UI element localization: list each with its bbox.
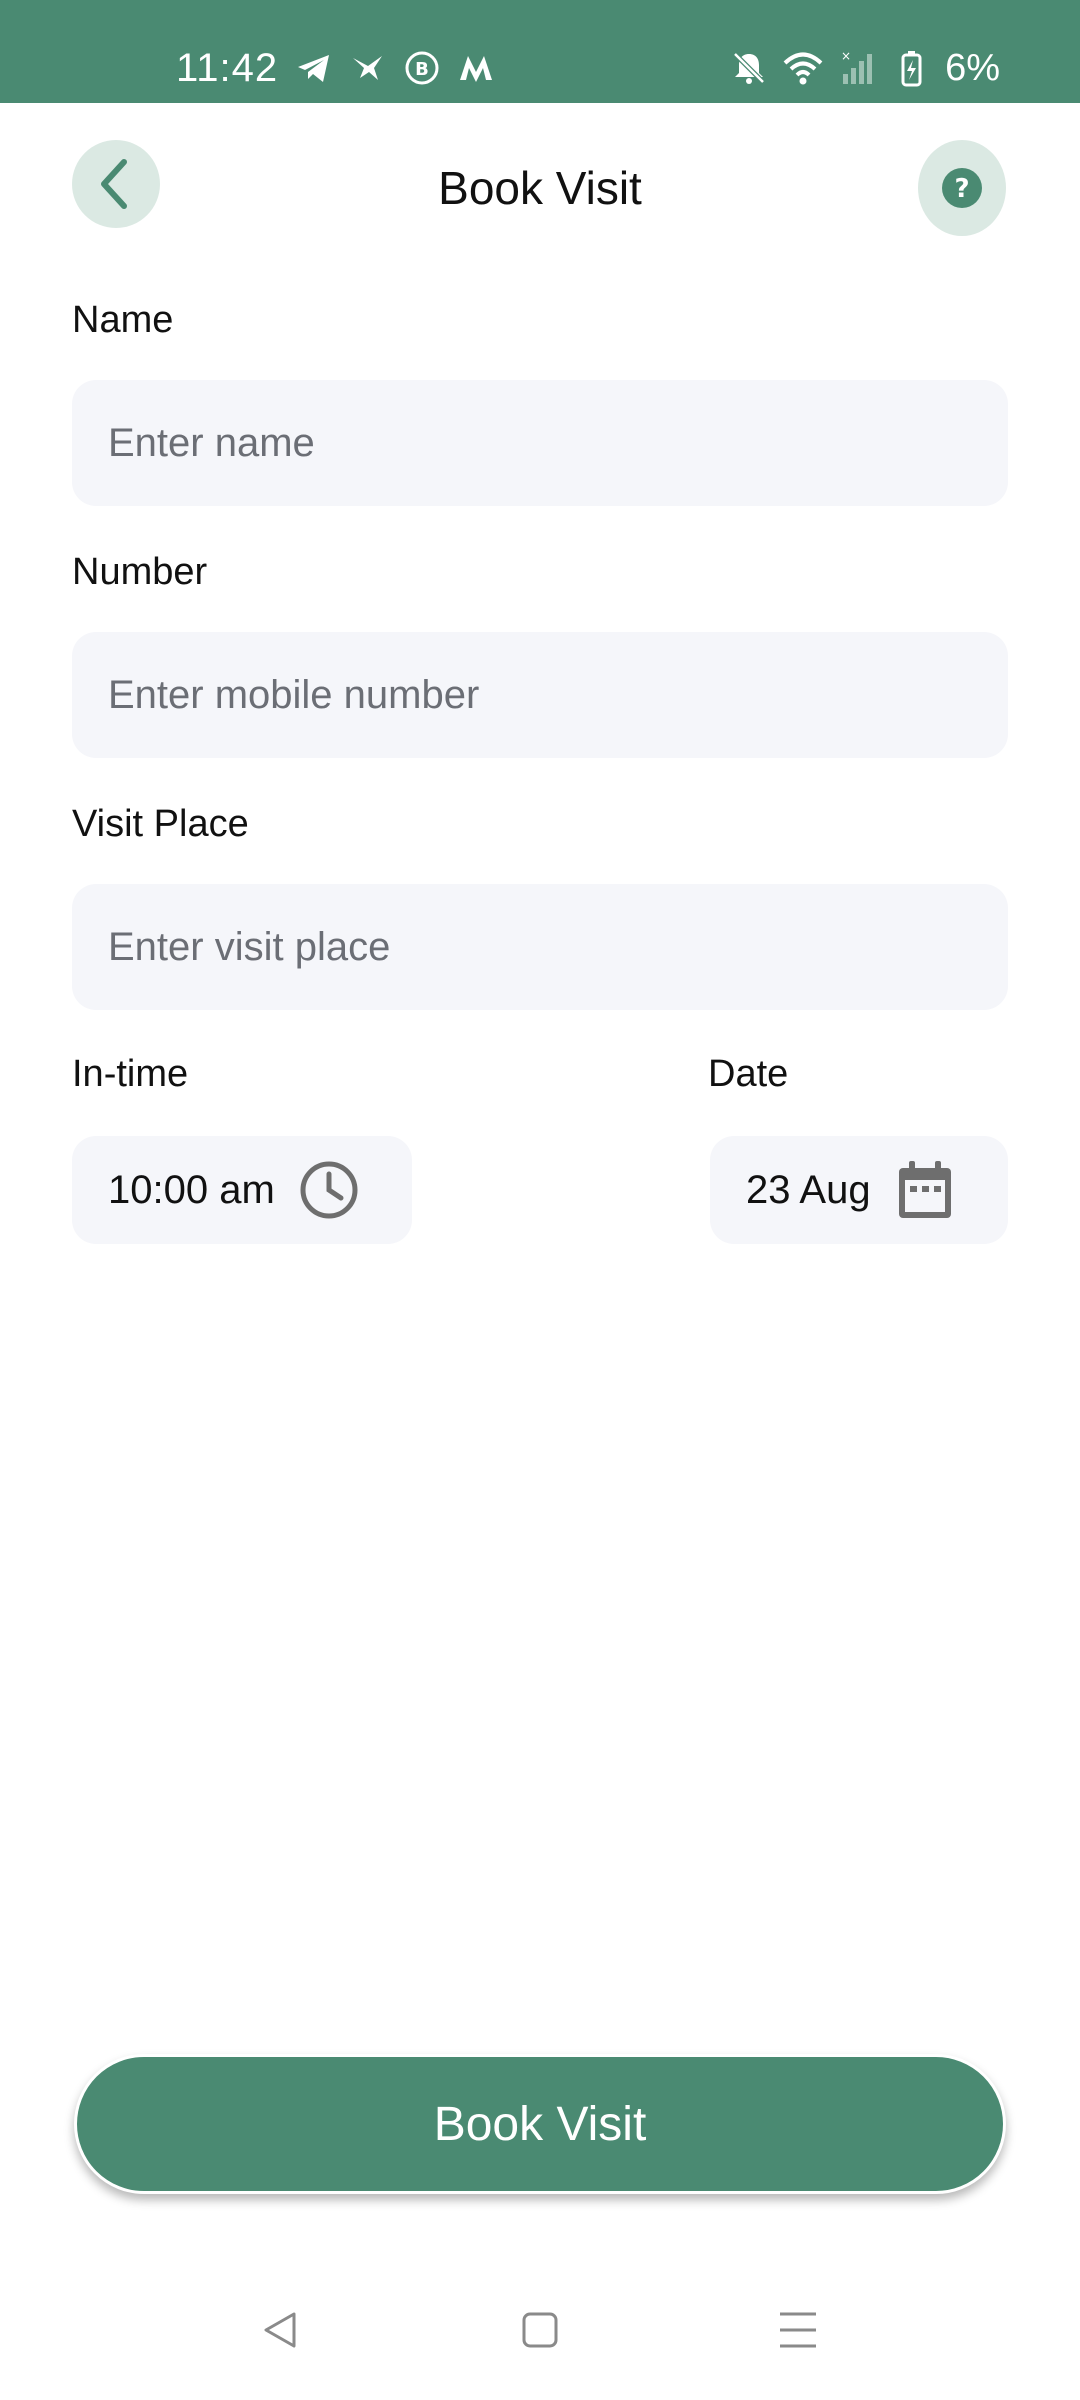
- clock-icon: [300, 1161, 358, 1219]
- signal-icon: ×: [841, 49, 873, 84]
- notification-icons: B: [294, 48, 496, 88]
- number-label: Number: [72, 551, 208, 593]
- name-input[interactable]: [72, 380, 1008, 506]
- home-square-icon: [522, 2312, 558, 2348]
- svg-text:?: ?: [954, 174, 969, 204]
- svg-text:B: B: [415, 59, 429, 80]
- in-time-label: In-time: [72, 1053, 189, 1095]
- battery-charging-icon: [901, 51, 922, 87]
- date-picker[interactable]: 23 Aug: [710, 1136, 1008, 1244]
- bird-icon: [353, 56, 382, 80]
- name-label: Name: [72, 299, 174, 341]
- help-button[interactable]: ?: [918, 140, 1006, 236]
- date-label: Date: [708, 1053, 789, 1095]
- visit-place-input[interactable]: [72, 884, 1008, 1010]
- book-visit-screen: 11:42 B × 6% Book Visit ? Name Enter nam…: [0, 0, 1080, 2400]
- status-time: 11:42: [176, 46, 279, 90]
- visit-place-label: Visit Place: [72, 803, 249, 845]
- back-triangle-icon: [264, 2312, 296, 2348]
- book-visit-button[interactable]: Book Visit: [74, 2054, 1006, 2194]
- mobile-number-input[interactable]: [72, 632, 1008, 758]
- svg-text:×: ×: [841, 49, 851, 63]
- in-time-value: 10:00 am: [108, 1168, 275, 1212]
- wifi-icon: [783, 52, 823, 85]
- battery-level: 6%: [945, 47, 1000, 89]
- status-bar: 11:42 B × 6%: [0, 0, 1080, 103]
- bell-off-icon: [733, 52, 765, 84]
- nav-back-button[interactable]: [250, 2300, 310, 2360]
- date-value: 23 Aug: [746, 1168, 871, 1212]
- m-logo-icon: [460, 56, 492, 82]
- system-nav-bar: [0, 2290, 1080, 2370]
- in-time-picker[interactable]: 10:00 am: [72, 1136, 412, 1244]
- system-status: × 6%: [729, 44, 1000, 92]
- nav-recents-button[interactable]: [768, 2300, 828, 2360]
- calendar-icon: [898, 1161, 951, 1218]
- question-icon: ?: [942, 168, 982, 208]
- telegram-icon: [298, 55, 329, 82]
- nav-home-button[interactable]: [510, 2300, 570, 2360]
- b-circle-icon: B: [405, 51, 439, 85]
- menu-lines-icon: [780, 2312, 816, 2348]
